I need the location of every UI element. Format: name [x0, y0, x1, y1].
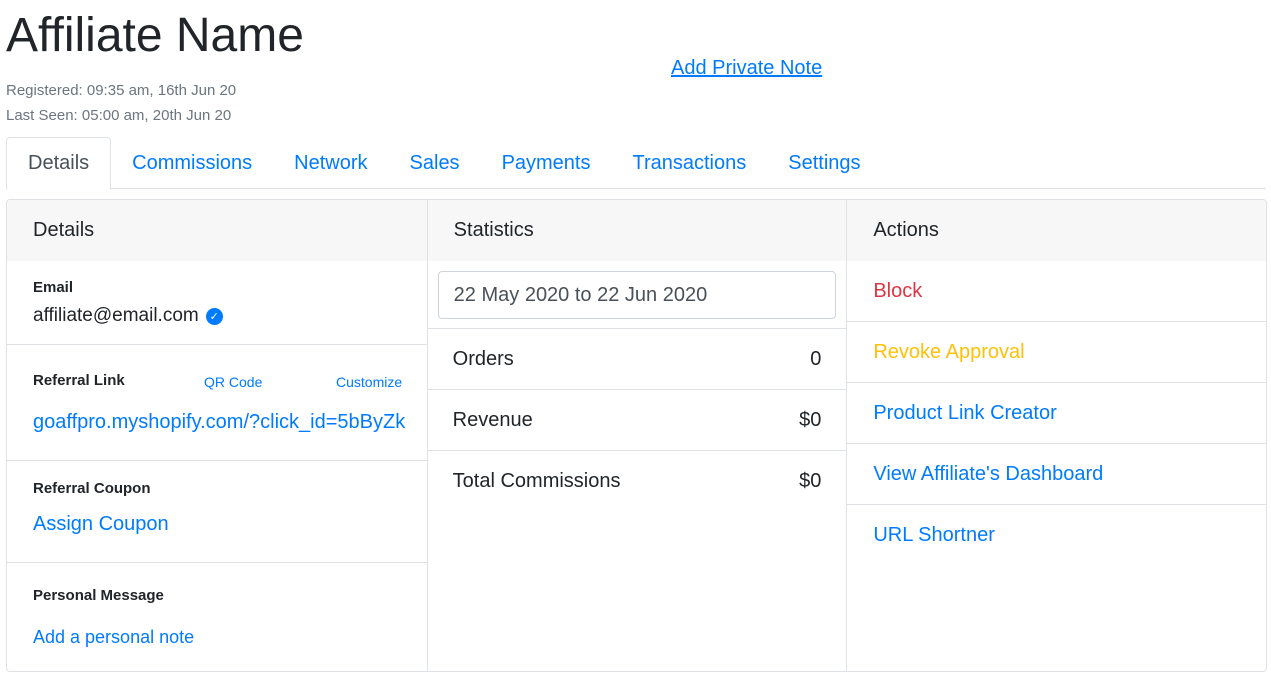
last-seen-timestamp: Last Seen: 05:00 am, 20th Jun 20 [6, 107, 232, 124]
tab-bar: Details Commissions Network Sales Paymen… [6, 137, 1266, 190]
divider [427, 319, 847, 329]
statistics-column: Statistics 22 May 2020 to 22 Jun 2020 Or… [426, 200, 847, 671]
stat-row-revenue: Revenue $0 [427, 390, 847, 451]
tab-network[interactable]: Network [273, 137, 388, 189]
tab-commissions[interactable]: Commissions [111, 137, 273, 189]
url-shortner-action[interactable]: URL Shortner [847, 505, 1266, 566]
tab-transactions[interactable]: Transactions [612, 137, 768, 189]
details-column: Details Email affiliate@email.com ✓ Refe… [7, 200, 427, 671]
stat-value: $0 [799, 470, 822, 492]
registered-timestamp: Registered: 09:35 am, 16th Jun 20 [6, 82, 237, 99]
email-label: Email [33, 279, 74, 296]
personal-message-label: Personal Message [33, 587, 164, 604]
page-title: Affiliate Name [6, 9, 304, 62]
add-personal-note-link[interactable]: Add a personal note [33, 627, 194, 648]
referral-url-link[interactable]: goaffpro.myshopify.com/?click_id=5bByZk [33, 411, 405, 434]
assign-coupon-link[interactable]: Assign Coupon [33, 513, 169, 536]
block-action[interactable]: Block [847, 261, 1266, 322]
email-value-wrap: affiliate@email.com ✓ [33, 305, 223, 327]
personal-message-section: Personal Message Add a personal note [7, 563, 427, 671]
email-value: affiliate@email.com [33, 305, 199, 326]
referral-coupon-section: Referral Coupon Assign Coupon [7, 461, 427, 563]
view-dashboard-action[interactable]: View Affiliate's Dashboard [847, 444, 1266, 505]
revoke-approval-action[interactable]: Revoke Approval [847, 322, 1266, 383]
tab-payments[interactable]: Payments [481, 137, 612, 189]
qr-code-link[interactable]: QR Code [204, 374, 262, 390]
date-range-picker[interactable]: 22 May 2020 to 22 Jun 2020 [437, 271, 837, 319]
customize-link[interactable]: Customize [336, 374, 402, 390]
stat-value: $0 [799, 408, 822, 431]
stat-label: Total Commissions [452, 470, 621, 492]
stat-row-total-commissions: Total Commissions $0 [428, 451, 847, 512]
stat-value: 0 [810, 347, 822, 370]
add-private-note-link[interactable]: Add Private Note [671, 56, 822, 80]
tab-settings[interactable]: Settings [767, 137, 881, 189]
product-link-creator-action[interactable]: Product Link Creator [847, 383, 1266, 444]
actions-column: Actions Block Revoke Approval Product Li… [846, 200, 1266, 671]
stat-label: Revenue [452, 408, 533, 431]
check-circle-icon: ✓ [205, 307, 223, 325]
actions-header: Actions [847, 200, 1266, 261]
stat-row-orders: Orders 0 [427, 329, 847, 390]
email-section: Email affiliate@email.com ✓ [7, 261, 427, 345]
referral-coupon-label: Referral Coupon [33, 480, 151, 497]
tab-sales[interactable]: Sales [389, 137, 481, 189]
affiliate-card: Details Email affiliate@email.com ✓ Refe… [6, 199, 1267, 672]
referral-link-label: Referral Link [33, 372, 125, 389]
stat-label: Orders [452, 347, 514, 370]
details-header: Details [7, 200, 427, 261]
referral-link-section: Referral Link QR Code Customize goaffpro… [7, 345, 427, 461]
statistics-header: Statistics [427, 200, 847, 261]
tab-details[interactable]: Details [6, 137, 112, 190]
